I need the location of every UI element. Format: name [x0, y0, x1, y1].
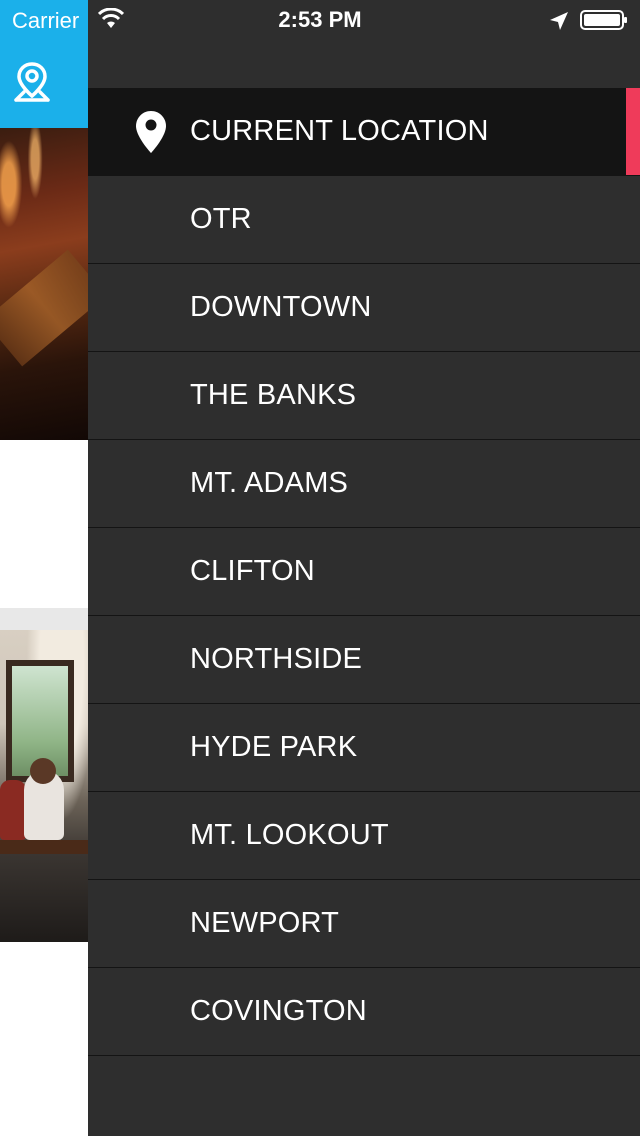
location-pin-icon	[136, 110, 166, 153]
menu-item-downtown[interactable]: DOWNTOWN	[88, 264, 640, 352]
menu-item-the-banks[interactable]: THE BANKS	[88, 352, 640, 440]
menu-item-covington[interactable]: COVINGTON	[88, 968, 640, 1056]
menu-item-northside[interactable]: NORTHSIDE	[88, 616, 640, 704]
menu-item-label: CLIFTON	[190, 555, 315, 587]
venue-photo-cafe[interactable]	[0, 630, 88, 942]
divider	[0, 608, 88, 630]
menu-item-label: MT. LOOKOUT	[190, 819, 389, 851]
menu-item-label: NEWPORT	[190, 907, 340, 939]
menu-item-mt-lookout[interactable]: MT. LOOKOUT	[88, 792, 640, 880]
menu-item-current-location[interactable]: CURRENT LOCATION	[88, 88, 640, 176]
menu-item-label: MT. ADAMS	[190, 467, 349, 499]
status-time: 2:53 PM	[278, 7, 362, 32]
active-indicator	[626, 88, 640, 175]
menu-item-newport[interactable]: NEWPORT	[88, 880, 640, 968]
menu-item-label: OTR	[190, 203, 252, 235]
status-bar: Carrier 2:53 PM	[0, 0, 640, 40]
menu-item-label: DOWNTOWN	[190, 291, 372, 323]
menu-item-clifton[interactable]: CLIFTON	[88, 528, 640, 616]
neighborhood-drawer: CURRENT LOCATION OTR DOWNTOWN THE BANKS …	[88, 0, 640, 1136]
venue-photo-bar[interactable]	[0, 128, 107, 440]
battery-icon	[580, 10, 627, 30]
menu-item-mt-adams[interactable]: MT. ADAMS	[88, 440, 640, 528]
background-content	[0, 0, 107, 1136]
menu-item-label: COVINGTON	[190, 995, 367, 1027]
menu-item-label: HYDE PARK	[190, 731, 358, 763]
map-pin-icon	[14, 62, 50, 102]
menu-item-label: NORTHSIDE	[190, 643, 363, 675]
menu-item-label: CURRENT LOCATION	[190, 115, 489, 147]
location-arrow-icon	[550, 12, 568, 30]
menu-item-label: THE BANKS	[190, 379, 357, 411]
neighborhood-menu: CURRENT LOCATION OTR DOWNTOWN THE BANKS …	[88, 88, 640, 1056]
menu-item-hyde-park[interactable]: HYDE PARK	[88, 704, 640, 792]
menu-item-otr[interactable]: OTR	[88, 176, 640, 264]
